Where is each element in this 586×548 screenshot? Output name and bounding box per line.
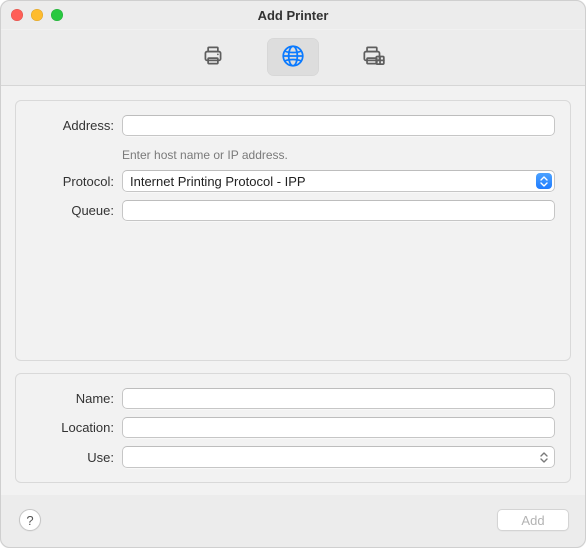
help-button[interactable]: ? <box>19 509 41 531</box>
protocol-label: Protocol: <box>28 174 122 189</box>
use-select[interactable] <box>122 446 555 468</box>
address-input[interactable] <box>122 115 555 136</box>
location-label: Location: <box>28 420 122 435</box>
window-title: Add Printer <box>258 8 329 23</box>
window-zoom-button[interactable] <box>51 9 63 21</box>
globe-icon <box>280 43 306 72</box>
protocol-select[interactable]: Internet Printing Protocol - IPP <box>122 170 555 192</box>
address-label: Address: <box>28 118 122 133</box>
tab-ip[interactable] <box>267 38 319 76</box>
protocol-value: Internet Printing Protocol - IPP <box>130 174 306 189</box>
queue-input[interactable] <box>122 200 555 221</box>
address-hint: Enter host name or IP address. <box>122 148 555 162</box>
name-input[interactable] <box>122 388 555 409</box>
name-label: Name: <box>28 391 122 406</box>
printer-windows-icon <box>360 43 386 72</box>
footer-bar: ? Add <box>1 495 585 547</box>
method-toolbar <box>1 29 585 86</box>
help-icon: ? <box>26 513 33 528</box>
queue-label: Queue: <box>28 203 122 218</box>
tab-default[interactable] <box>187 38 239 76</box>
details-panel: Name: Location: Use: <box>15 373 571 483</box>
tab-windows[interactable] <box>347 38 399 76</box>
chevron-up-down-icon <box>536 173 552 189</box>
window-close-button[interactable] <box>11 9 23 21</box>
window-controls <box>11 9 63 21</box>
content-area: Address: Enter host name or IP address. … <box>1 86 585 495</box>
connection-panel: Address: Enter host name or IP address. … <box>15 100 571 361</box>
use-label: Use: <box>28 450 122 465</box>
add-button[interactable]: Add <box>497 509 569 531</box>
chevron-up-down-icon <box>536 449 552 465</box>
add-printer-window: Add Printer <box>0 0 586 548</box>
printer-default-icon <box>200 43 226 72</box>
title-bar: Add Printer <box>1 1 585 29</box>
window-minimize-button[interactable] <box>31 9 43 21</box>
location-input[interactable] <box>122 417 555 438</box>
